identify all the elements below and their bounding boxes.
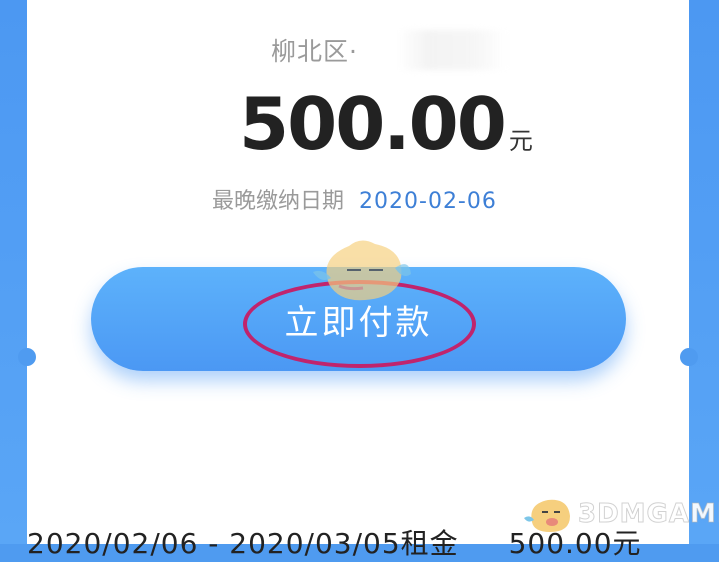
property-location: 柳北区· [271,37,358,66]
due-date-value: 2020-02-06 [359,189,497,214]
site-watermark: 3DMGAME [524,492,719,536]
mascot-watermark-icon [313,240,411,301]
due-date-row: 最晚缴纳日期 2020-02-06 [212,183,497,215]
due-date-label: 最晚缴纳日期 [212,189,345,214]
amount-row: 500.00 元 [239,82,533,166]
left-background-stripe [0,0,27,544]
redacted-address [397,30,507,70]
card-notch-left [18,348,36,366]
card-notch-right [680,348,698,366]
currency-unit: 元 [508,127,533,155]
bill-amount: 500.00 [239,82,507,166]
right-background-stripe [689,0,719,544]
bill-card: 柳北区· 500.00 元 最晚缴纳日期 2020-02-06 立即付款 [18,0,698,544]
watermark-text: 3DMGAME [578,499,719,530]
mascot-logo-icon [524,499,570,532]
